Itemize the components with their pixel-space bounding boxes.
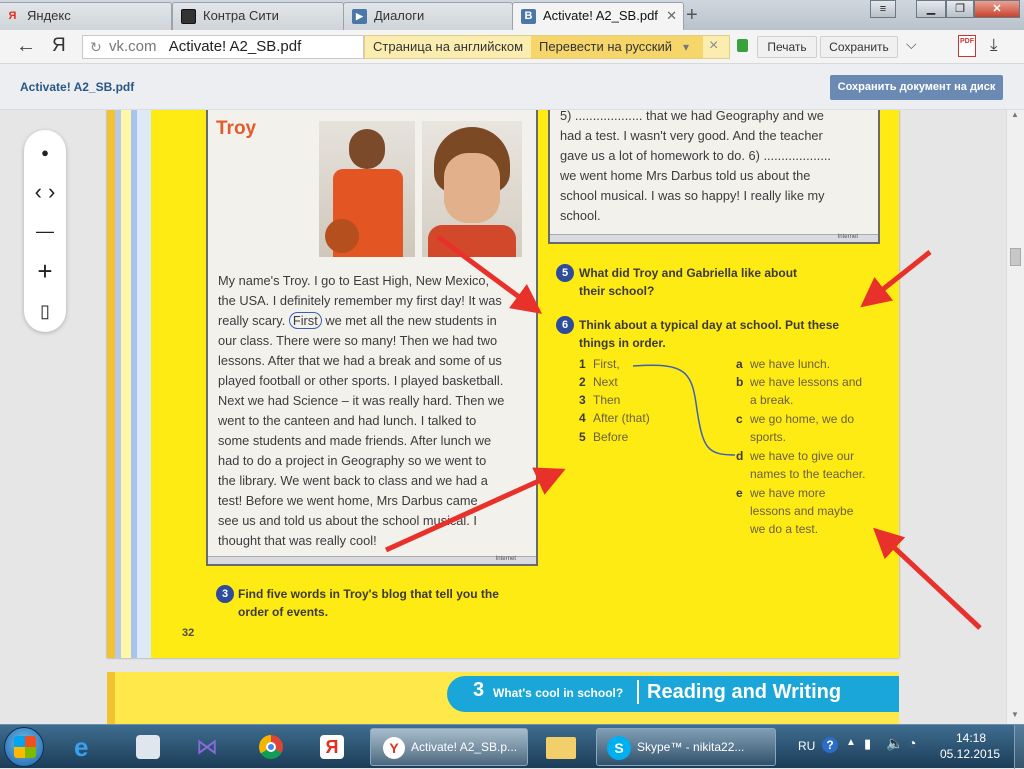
tab-activate-pdf[interactable]: B Activate! A2_SB.pdf ✕ [512, 2, 684, 30]
reload-icon[interactable]: ↻ [90, 36, 102, 58]
show-hidden-icons[interactable]: ▲ [846, 737, 856, 748]
print-button[interactable]: Печать [757, 36, 817, 58]
yandex-browser-icon[interactable]: Я [306, 729, 358, 765]
taskbar-window-activate[interactable]: Y Activate! A2_SB.p... [370, 728, 528, 766]
windows-logo-icon [14, 736, 36, 758]
skype-icon: S [607, 736, 631, 760]
red-arrow [860, 250, 932, 308]
file-explorer-icon[interactable] [534, 729, 586, 765]
tab-label: Диалоги [374, 8, 425, 23]
annotation-arrows [384, 234, 982, 630]
clock-time[interactable]: 14:18 [956, 731, 986, 745]
ie-icon[interactable]: e [62, 729, 114, 765]
chrome-icon[interactable] [244, 729, 296, 765]
minimize-button[interactable]: ▁ [916, 0, 946, 18]
close-tab-icon[interactable]: ✕ [666, 3, 677, 29]
taskbar-window-skype[interactable]: S Skype™ - nikita22... [596, 728, 776, 766]
save-to-disk-button[interactable]: Сохранить документ на диск [830, 75, 1003, 100]
menu-icon[interactable]: ≡ [870, 0, 896, 18]
browser-tab-bar: Я Яндекс Контра Сити ▶ Диалоги B Activat… [0, 0, 1024, 30]
maximize-button[interactable]: ❐ [946, 0, 974, 18]
pdf-viewer[interactable]: Internet Troy My name's Troy. I go to Ea… [0, 110, 1024, 724]
close-window-button[interactable]: ✕ [974, 0, 1020, 18]
tab-dialogi[interactable]: ▶ Диалоги [343, 2, 513, 30]
windows-taskbar: e ⋈ Я Y Activate! A2_SB.p... S Skype™ - … [0, 724, 1024, 769]
translate-button[interactable]: Перевести на русский [531, 36, 703, 58]
close-translate-icon[interactable]: × [709, 35, 718, 57]
download-icon[interactable]: ⤓ [990, 35, 998, 55]
yandex-icon: Y [383, 737, 405, 759]
address-bar: ← Я ↻ vk.com Activate! A2_SB.pdf Страниц… [0, 30, 1024, 64]
clock-date[interactable]: 05.12.2015 [940, 747, 1000, 761]
url-page-title: Activate! A2_SB.pdf [168, 38, 302, 55]
visual-studio-icon[interactable]: ⋈ [182, 729, 234, 765]
dialog-icon: ▶ [352, 9, 367, 24]
page-language-label: Страница на английском [373, 39, 524, 54]
tab-yandex[interactable]: Я Яндекс [0, 2, 172, 30]
page-nav-icon[interactable]: ‹ › [24, 177, 66, 207]
lock-icon [737, 39, 748, 52]
yandex-logo-icon[interactable]: Я [52, 35, 66, 57]
zoom-out-icon[interactable]: — [24, 216, 66, 246]
volume-app-icon[interactable] [122, 729, 174, 765]
zoom-toolbar: ● ‹ › — + ▯ [24, 130, 66, 332]
tab-label: Яндекс [27, 8, 71, 23]
tab-label: Контра Сити [203, 8, 279, 23]
save-button[interactable]: Сохранить [820, 36, 898, 58]
yandex-icon: Я [8, 10, 17, 22]
red-arrow [873, 527, 982, 630]
vk-icon: B [521, 9, 536, 24]
document-title: Activate! A2_SB.pdf [20, 80, 135, 94]
game-icon [181, 9, 196, 24]
show-desktop-button[interactable] [1014, 725, 1024, 769]
chevron-down-icon[interactable]: ⌵ [906, 36, 917, 53]
pdf-viewer-header: Activate! A2_SB.pdf Сохранить документ н… [0, 64, 1024, 110]
zoom-in-icon[interactable]: + [24, 256, 66, 286]
translate-dropdown-icon[interactable]: ▾ [683, 36, 689, 58]
taskbar-window-label: Skype™ - nikita22... [637, 740, 745, 754]
dot-icon[interactable]: ● [24, 138, 66, 168]
tab-kontra-siti[interactable]: Контра Сити [172, 2, 344, 30]
tab-label: Activate! A2_SB.pdf [543, 8, 658, 23]
url-field[interactable]: ↻ vk.com Activate! A2_SB.pdf [82, 35, 364, 59]
scrollbar[interactable]: ▲ ▼ [1006, 110, 1024, 724]
scroll-down-icon[interactable]: ▼ [1011, 710, 1019, 719]
wifi-icon[interactable]: ◔ [908, 735, 916, 751]
network-icon[interactable]: ▮ [864, 736, 871, 752]
red-arrow [436, 234, 543, 314]
new-tab-button[interactable]: + [686, 3, 698, 27]
scroll-up-icon[interactable]: ▲ [1011, 110, 1019, 119]
back-arrow-icon[interactable]: ← [16, 35, 36, 58]
scroll-thumb[interactable] [1010, 248, 1021, 266]
language-indicator[interactable]: RU [798, 739, 815, 753]
help-icon[interactable]: ? [822, 737, 838, 753]
pdf-icon[interactable]: PDF [958, 35, 976, 57]
start-button[interactable] [4, 727, 44, 767]
fit-page-icon[interactable]: ▯ [24, 296, 66, 326]
taskbar-window-label: Activate! A2_SB.p... [411, 740, 518, 754]
translate-bar: Страница на английском Перевести на русс… [364, 35, 730, 59]
speaker-icon[interactable]: 🔈 [886, 735, 903, 752]
url-domain: vk.com [109, 38, 157, 55]
red-arrow [384, 467, 566, 553]
